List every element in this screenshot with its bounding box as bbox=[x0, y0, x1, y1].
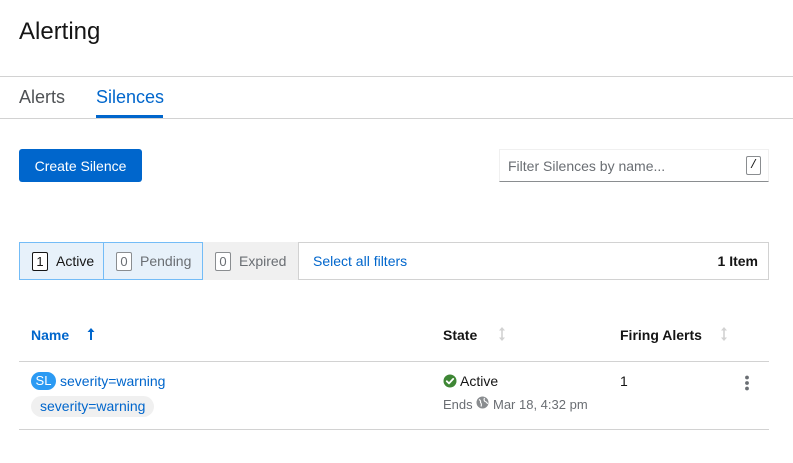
ends-time: Mar 18, 4:32 pm bbox=[493, 397, 588, 412]
table-header-divider bbox=[19, 361, 769, 362]
table-row-divider bbox=[19, 429, 769, 430]
filter-label-active: Active bbox=[56, 253, 95, 269]
create-silence-button[interactable]: Create Silence bbox=[19, 149, 142, 182]
column-header-state[interactable]: State bbox=[443, 327, 477, 343]
item-count: 1 Item bbox=[717, 253, 758, 269]
state-value: Active bbox=[460, 373, 499, 389]
kebab-icon[interactable] bbox=[739, 374, 755, 392]
filter-toolbar: 1 Active 0 Pending 0 Expired Select all … bbox=[19, 242, 769, 280]
keyboard-shortcut-hint: / bbox=[746, 156, 761, 175]
filter-count-expired: 0 bbox=[215, 251, 231, 271]
filter-label-expired: Expired bbox=[239, 253, 287, 269]
filter-chip-expired[interactable]: 0 Expired bbox=[203, 242, 299, 280]
sort-icon[interactable] bbox=[497, 326, 507, 342]
filter-count-pending: 0 bbox=[116, 251, 132, 271]
matcher-label[interactable]: severity=warning bbox=[31, 396, 155, 417]
filter-silences-input[interactable] bbox=[508, 157, 738, 175]
tab-bar: Alerts Silences bbox=[0, 77, 793, 119]
tab-alerts[interactable]: Alerts bbox=[19, 87, 65, 108]
page-title: Alerting bbox=[19, 18, 101, 45]
active-tab-indicator bbox=[96, 115, 163, 118]
globe-icon bbox=[476, 396, 489, 409]
filter-chip-active[interactable]: 1 Active bbox=[19, 242, 104, 280]
column-header-name[interactable]: Name bbox=[31, 327, 69, 343]
select-all-filters-link[interactable]: Select all filters bbox=[313, 253, 407, 269]
ends-label: Ends bbox=[443, 397, 473, 412]
firing-alerts-count: 1 bbox=[620, 373, 628, 389]
tab-silences[interactable]: Silences bbox=[96, 87, 164, 108]
sort-ascending-icon[interactable] bbox=[86, 326, 96, 342]
filter-chip-pending[interactable]: 0 Pending bbox=[103, 242, 203, 280]
check-circle-icon bbox=[443, 374, 457, 388]
filter-count-active: 1 bbox=[32, 251, 48, 271]
sort-icon[interactable] bbox=[719, 326, 729, 342]
filter-label-pending: Pending bbox=[140, 253, 192, 269]
column-header-firing-alerts[interactable]: Firing Alerts bbox=[620, 327, 702, 343]
filter-silences-field: / bbox=[499, 149, 769, 182]
silence-badge: SL bbox=[31, 372, 56, 390]
silence-name-link[interactable]: severity=warning bbox=[60, 373, 165, 389]
